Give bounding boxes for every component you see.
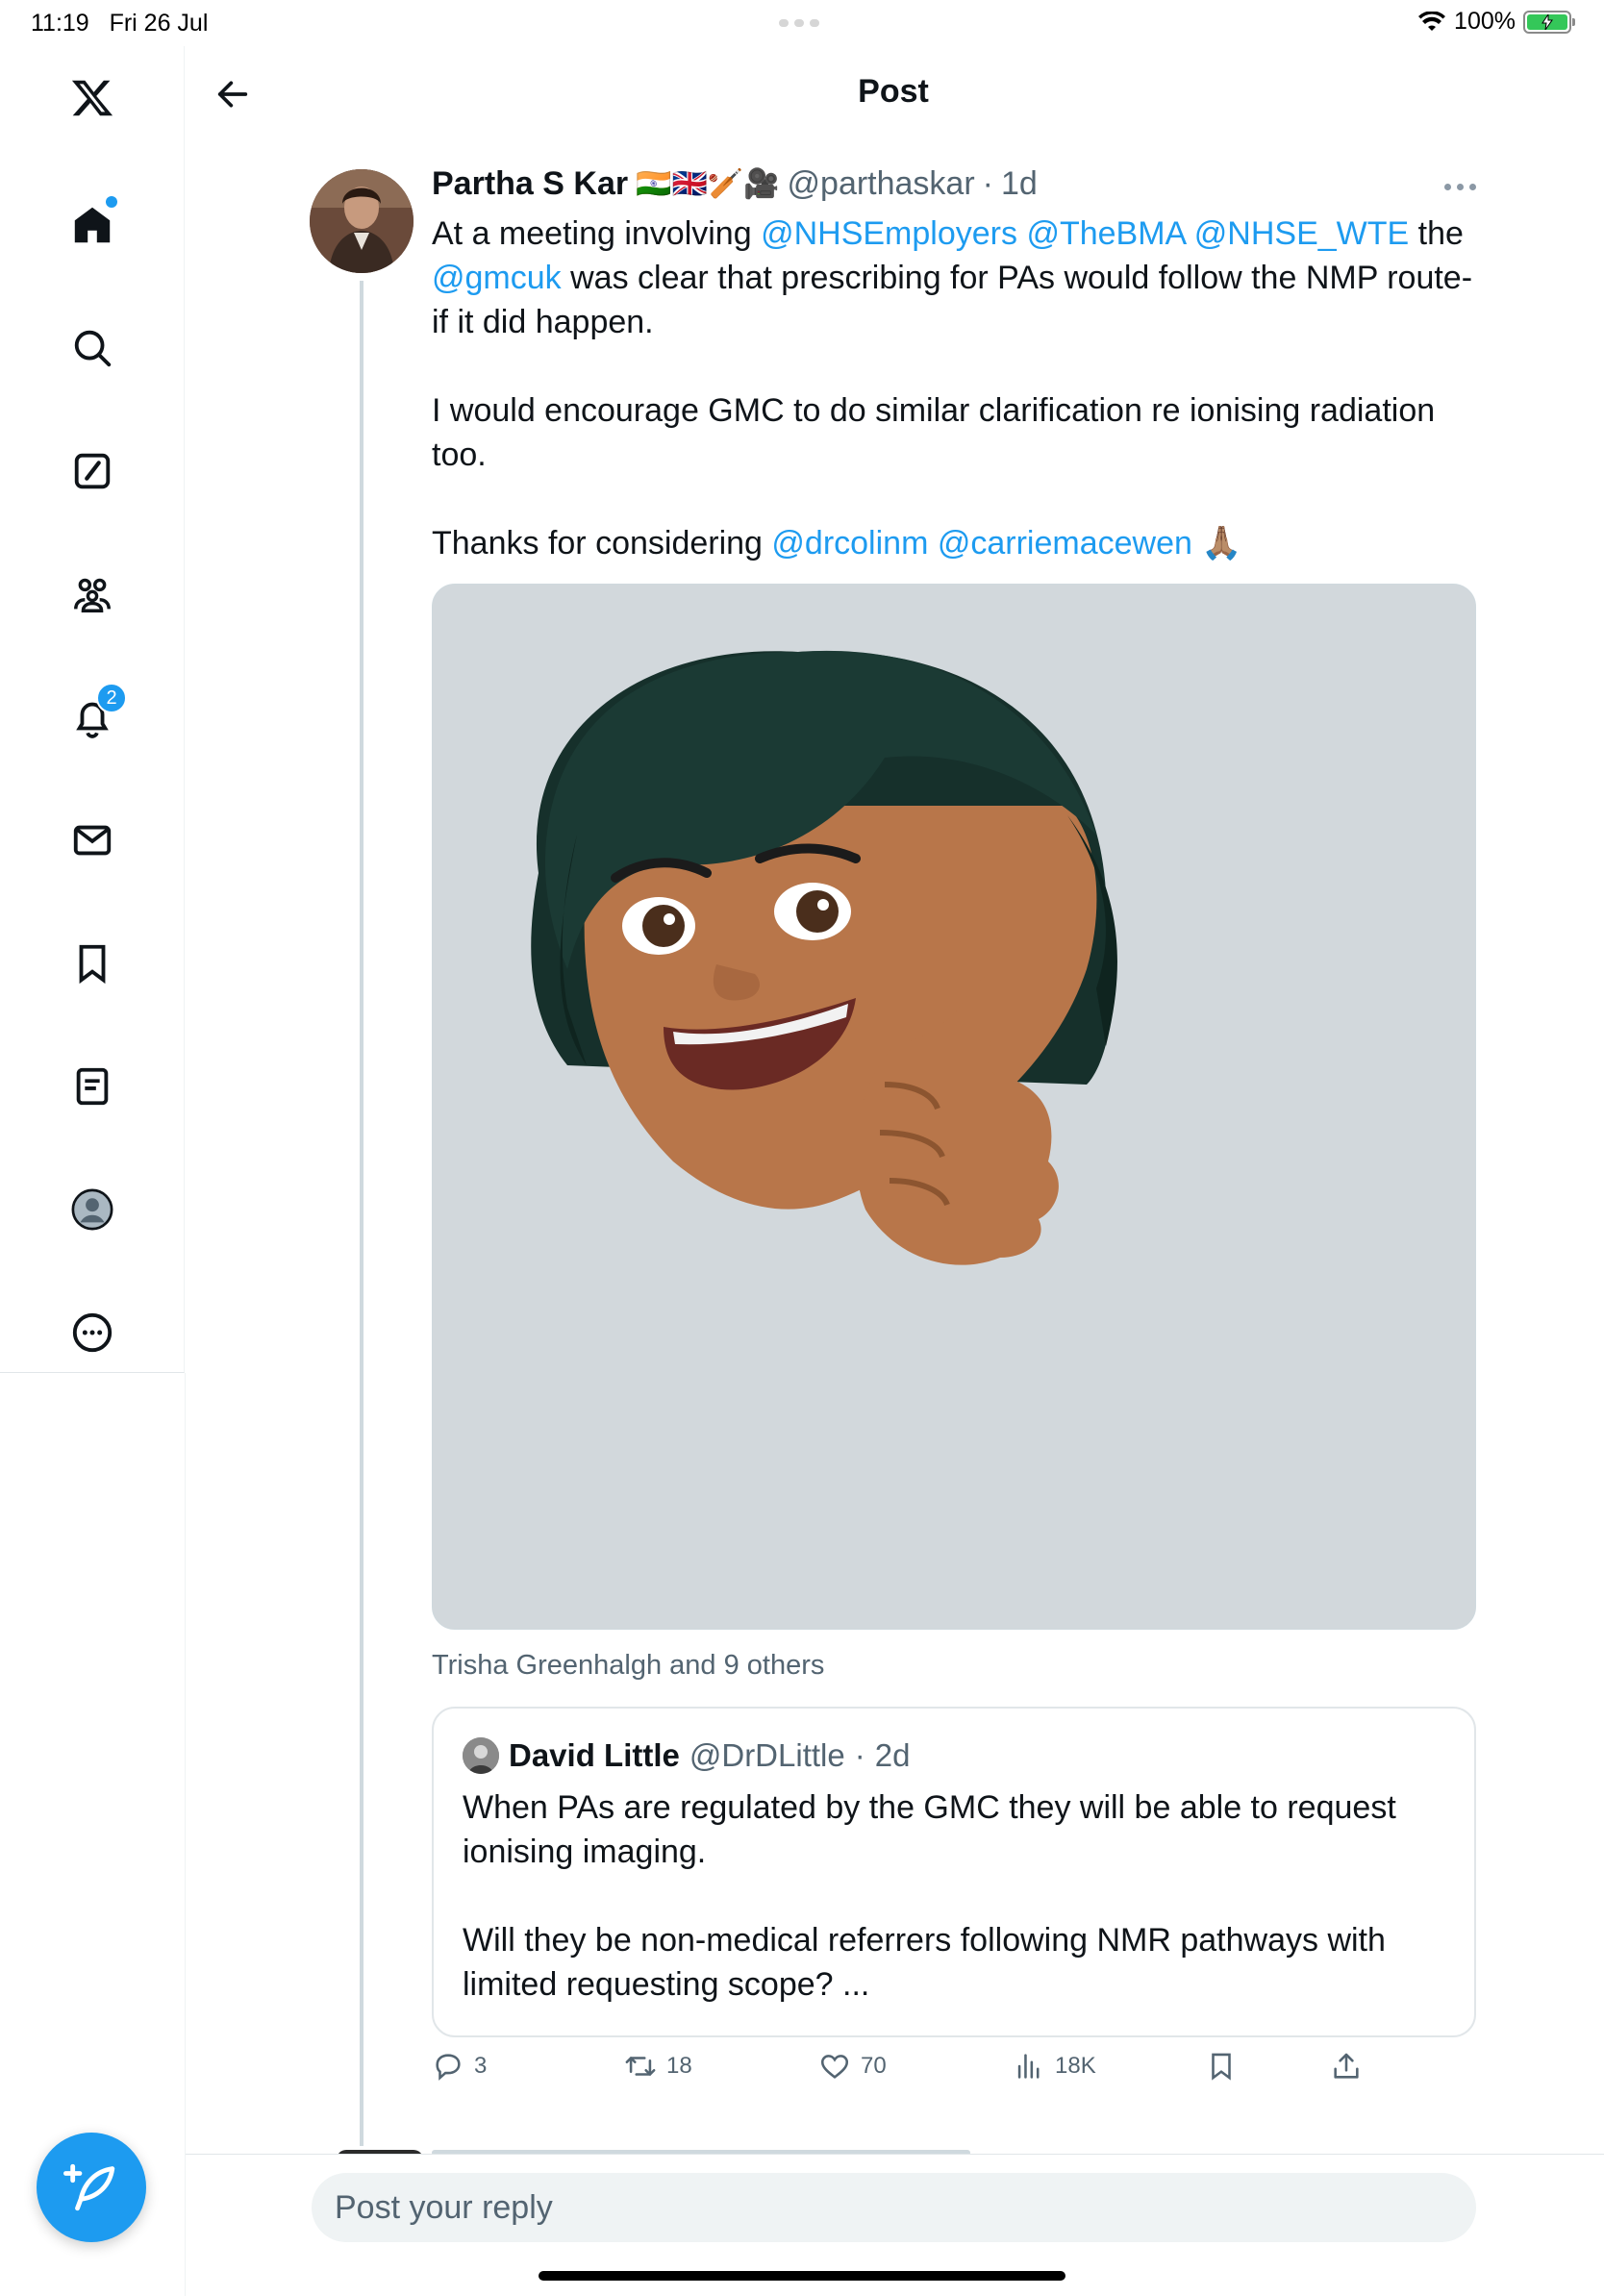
separator: · (982, 165, 993, 202)
battery-icon (1523, 10, 1575, 34)
reply-count: 3 (474, 2053, 488, 2079)
quote-text: When PAs are regulated by the GMC they w… (463, 1785, 1443, 2007)
search-icon[interactable] (62, 317, 123, 379)
tweet-more-button[interactable] (1437, 171, 1483, 202)
tweet-actions: 3 18 70 18K (432, 2050, 1393, 2096)
page-title: Post (858, 73, 929, 110)
messages-icon[interactable] (62, 810, 123, 871)
wifi-icon (1418, 11, 1446, 31)
date: Fri 26 Jul (109, 10, 209, 37)
text-fragment: Thanks for considering (432, 525, 772, 562)
multitasking-dots[interactable] (779, 19, 825, 27)
mention-link[interactable]: @NHSEmployers (761, 215, 1017, 252)
thread-line (360, 281, 363, 2146)
like-button[interactable]: 70 (818, 2050, 887, 2083)
lists-icon[interactable] (62, 1056, 123, 1117)
mention-link[interactable]: @drcolinm (771, 525, 928, 562)
quote-header: David Little @DrDLittle · 2d (463, 1737, 910, 1774)
profile-icon[interactable] (62, 1179, 123, 1240)
notifications-icon[interactable]: 2 (62, 683, 127, 748)
tweet-text: At a meeting involving @NHSEmployers @Th… (432, 212, 1480, 565)
pray-emoji: 🙏🏽 (1201, 525, 1242, 562)
compose-feather-icon (63, 2163, 115, 2211)
repost-icon (625, 2057, 656, 2076)
repost-button[interactable]: 18 (624, 2050, 692, 2083)
home-unread-dot (106, 196, 117, 208)
view-count: 18K (1055, 2053, 1096, 2079)
status-bar: 11:19 Fri 26 Jul 100% (0, 0, 1604, 46)
mention-link[interactable]: @NHSE_WTE (1194, 215, 1409, 252)
author-name[interactable]: Partha S Kar (432, 165, 628, 203)
reply-input[interactable]: Post your reply (312, 2173, 1476, 2242)
quote-author-handle: @DrDLittle (689, 1737, 845, 1773)
mention-link[interactable]: @TheBMA (1026, 215, 1185, 252)
share-icon (1334, 2053, 1359, 2079)
reply-divider (186, 2154, 1604, 2155)
quote-paragraph: When PAs are regulated by the GMC they w… (463, 1789, 1396, 1870)
quote-paragraph: Will they be non-medical referrers follo… (463, 1922, 1386, 2003)
author-handle[interactable]: @parthaskar (788, 165, 975, 203)
more-icon[interactable] (62, 1302, 123, 1363)
repost-count: 18 (666, 2053, 692, 2079)
bookmarks-icon[interactable] (62, 933, 123, 994)
text-fragment: was clear that prescribing for PAs would… (432, 260, 1473, 340)
compose-button[interactable] (37, 2133, 146, 2242)
communities-icon[interactable] (62, 563, 123, 625)
quoted-tweet[interactable]: David Little @DrDLittle · 2d When PAs ar… (432, 1707, 1476, 2037)
text-fragment: the (1409, 215, 1464, 252)
mention-link[interactable]: @carriemacewen (938, 525, 1192, 562)
reply-button[interactable]: 3 (432, 2050, 487, 2083)
status-time: 11:19 Fri 26 Jul (31, 10, 208, 37)
tweet-time[interactable]: 1d (1001, 165, 1038, 203)
separator: · (854, 1737, 865, 1773)
bookmark-icon (1212, 2053, 1231, 2081)
clock: 11:19 (31, 10, 89, 37)
reply-icon (436, 2054, 461, 2081)
like-count: 70 (861, 2053, 887, 2079)
share-button[interactable] (1330, 2050, 1363, 2083)
sidebar: 2 (0, 46, 185, 1373)
grok-icon[interactable] (62, 440, 123, 502)
home-icon[interactable] (62, 194, 123, 256)
reply-placeholder: Post your reply (335, 2188, 553, 2226)
tweet-header: Partha S Kar 🇮🇳🇬🇧🏏🎥 @parthaskar · 1d (432, 165, 1038, 203)
mention-link[interactable]: @gmcuk (432, 260, 562, 296)
tweet-image[interactable] (432, 584, 1476, 1630)
author-avatar[interactable] (310, 169, 414, 273)
views-button[interactable]: 18K (1013, 2050, 1096, 2083)
tweet-paragraph: I would encourage GMC to do similar clar… (432, 392, 1436, 473)
analytics-icon (1017, 2054, 1040, 2079)
quote-author-name: David Little (509, 1737, 680, 1773)
status-right: 100% (1417, 8, 1575, 36)
author-emojis: 🇮🇳🇬🇧🏏🎥 (636, 168, 780, 200)
bookmark-button[interactable] (1205, 2050, 1238, 2083)
battery-percent: 100% (1454, 8, 1516, 35)
home-indicator[interactable] (539, 2271, 1065, 2281)
quote-avatar (463, 1737, 499, 1774)
quote-time: 2d (874, 1737, 911, 1773)
text-fragment: At a meeting involving (432, 215, 762, 252)
tagged-users[interactable]: Trisha Greenhalgh and 9 others (432, 1650, 824, 1682)
heart-icon (820, 2055, 849, 2079)
notifications-badge: 2 (96, 683, 127, 713)
